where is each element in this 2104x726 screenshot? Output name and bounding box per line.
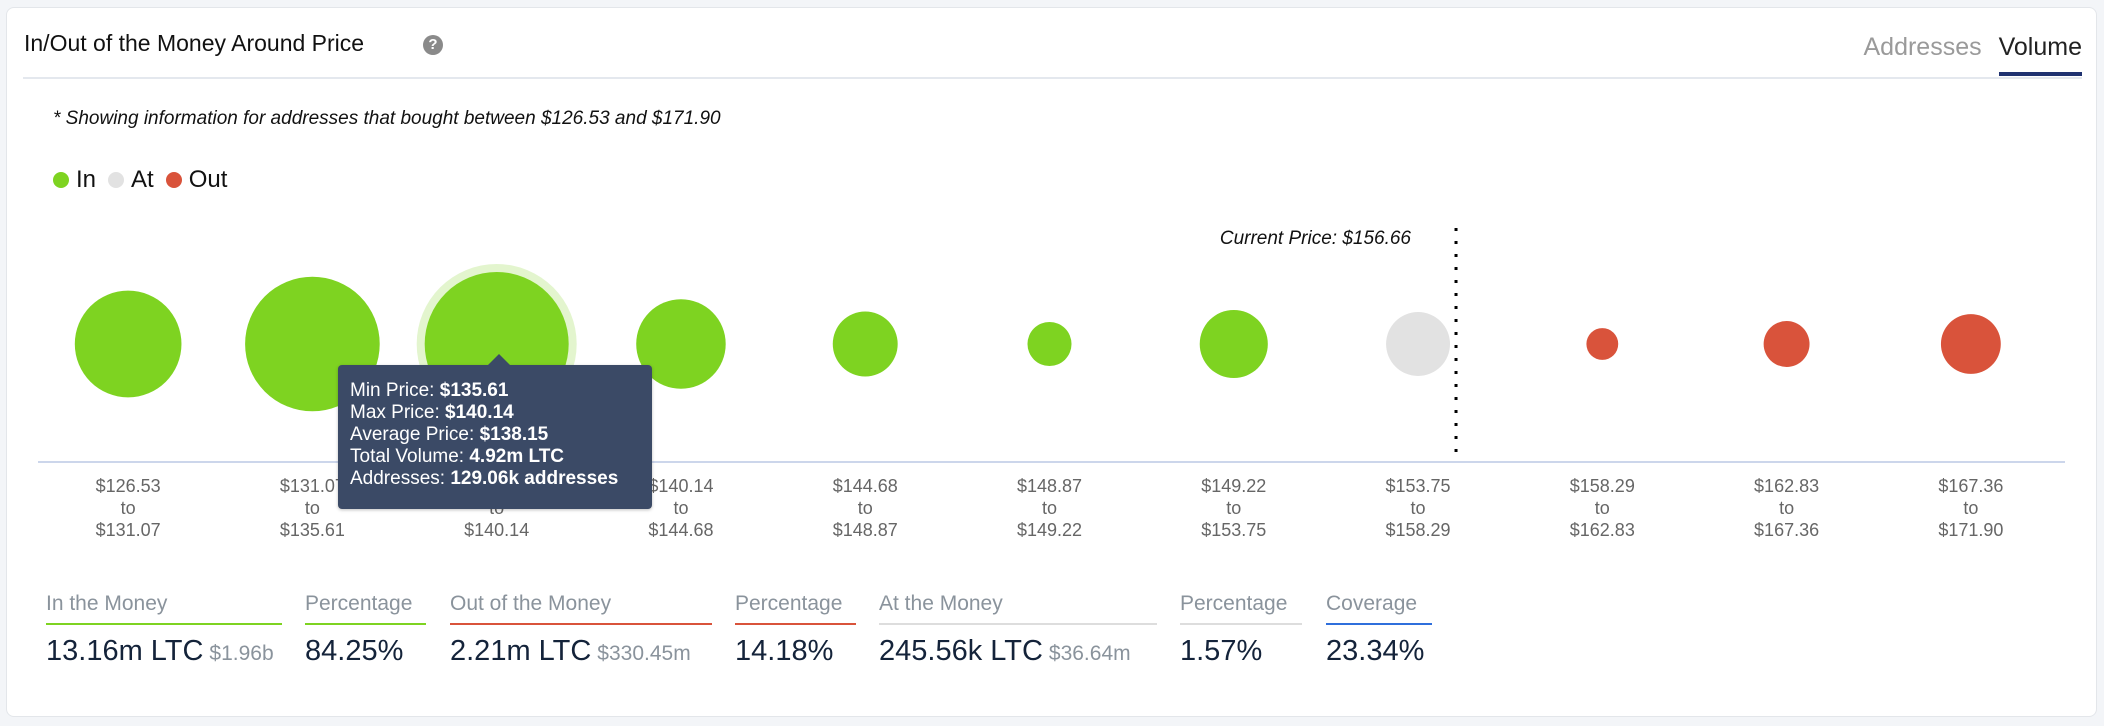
x-tick-label: $140.14 bbox=[648, 476, 713, 496]
x-tick-label: to bbox=[1595, 498, 1610, 518]
bubble-10[interactable] bbox=[1763, 321, 1810, 367]
x-tick-label: to bbox=[1963, 498, 1978, 518]
x-tick-label: to bbox=[858, 498, 873, 518]
current-price-label: Current Price: $156.66 bbox=[1220, 228, 1412, 249]
bubble-1[interactable] bbox=[74, 290, 182, 398]
x-tick-label: $148.87 bbox=[833, 520, 898, 540]
x-tick-label: $153.75 bbox=[1201, 520, 1266, 540]
stat-value: 84.25% bbox=[305, 635, 404, 667]
stat-label: Out of the Money bbox=[450, 592, 712, 625]
stat-label: Coverage bbox=[1326, 592, 1432, 625]
bubble-11[interactable] bbox=[1940, 314, 2001, 374]
x-tick-label: $148.87 bbox=[1017, 476, 1082, 496]
x-tick-label: to bbox=[121, 498, 136, 518]
x-tick-label: to bbox=[1042, 498, 1057, 518]
stat-coverage: Coverage 23.34% bbox=[1326, 592, 1432, 668]
tooltip-row-volume: Total Volume: 4.92m LTC bbox=[350, 446, 565, 467]
x-tick-label: $135.61 bbox=[280, 520, 345, 540]
stat-value: 245.56k LTC $36.64m bbox=[879, 635, 1131, 667]
stat-label: Percentage bbox=[1180, 592, 1302, 625]
bubble-7[interactable] bbox=[1199, 309, 1268, 379]
x-tick-label: to bbox=[305, 498, 320, 518]
x-tick-label: $158.29 bbox=[1386, 520, 1451, 540]
bubble-chart: $126.53to$131.07$131.07to$135.61$135.61t… bbox=[38, 228, 2065, 540]
bubble-tooltip: Min Price: $135.61 Max Price: $140.14 Av… bbox=[338, 354, 652, 509]
tooltip-row-min: Min Price: $135.61 bbox=[350, 380, 509, 401]
x-tick-label: $153.75 bbox=[1386, 476, 1451, 496]
x-tick-label: to bbox=[673, 498, 688, 518]
stat-in-percentage: Percentage 84.25% bbox=[305, 592, 426, 668]
stat-value: 1.57% bbox=[1180, 635, 1263, 667]
bubble-5[interactable] bbox=[832, 311, 898, 377]
tooltip-row-max: Max Price: $140.14 bbox=[350, 402, 514, 423]
stat-label: Percentage bbox=[305, 592, 426, 625]
stat-value: 13.16m LTC $1.96b bbox=[46, 635, 274, 667]
stat-at-percentage: Percentage 1.57% bbox=[1180, 592, 1302, 668]
x-tick-label: $131.07 bbox=[96, 520, 161, 540]
x-tick-label: $144.68 bbox=[833, 476, 898, 496]
stat-value: 2.21m LTC $330.45m bbox=[450, 635, 691, 667]
bubble-6[interactable] bbox=[1027, 321, 1072, 367]
stat-out-of-the-money: Out of the Money 2.21m LTC $330.45m bbox=[450, 592, 712, 668]
stat-in-the-money: In the Money 13.16m LTC $1.96b bbox=[46, 592, 282, 668]
x-tick-label: to bbox=[1779, 498, 1794, 518]
x-tick-label: to bbox=[1226, 498, 1241, 518]
x-tick-label: $126.53 bbox=[96, 476, 161, 496]
x-tick-label: $171.90 bbox=[1938, 520, 2003, 540]
stat-label: Percentage bbox=[735, 592, 856, 625]
x-tick-label: to bbox=[1411, 498, 1426, 518]
x-tick-label: $162.83 bbox=[1754, 476, 1819, 496]
bubble-9[interactable] bbox=[1586, 328, 1619, 360]
stat-label: In the Money bbox=[46, 592, 282, 625]
x-tick-label: $167.36 bbox=[1938, 476, 2003, 496]
x-tick-label: $167.36 bbox=[1754, 520, 1819, 540]
stat-label: At the Money bbox=[879, 592, 1157, 625]
x-tick-label: $162.83 bbox=[1570, 520, 1635, 540]
bubble-8[interactable] bbox=[1386, 312, 1451, 376]
stat-at-the-money: At the Money 245.56k LTC $36.64m bbox=[879, 592, 1157, 668]
tooltip-row-addresses: Addresses: 129.06k addresses bbox=[350, 468, 619, 489]
x-tick-label: $149.22 bbox=[1201, 476, 1266, 496]
stat-out-percentage: Percentage 14.18% bbox=[735, 592, 856, 668]
x-tick-label: $131.07 bbox=[280, 476, 345, 496]
x-tick-label: $144.68 bbox=[648, 520, 713, 540]
x-tick-label: $140.14 bbox=[464, 520, 529, 540]
stat-value: 14.18% bbox=[735, 635, 834, 667]
tooltip-row-avg: Average Price: $138.15 bbox=[350, 424, 549, 445]
x-tick-label: $158.29 bbox=[1570, 476, 1635, 496]
x-tick-label: $149.22 bbox=[1017, 520, 1082, 540]
stat-value: 23.34% bbox=[1326, 635, 1425, 667]
